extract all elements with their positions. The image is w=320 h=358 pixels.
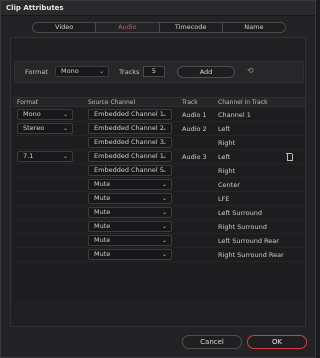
channel-table: Format Source Channel Track Channel in T…: [13, 97, 305, 302]
tab-audio[interactable]: Audio: [96, 23, 160, 32]
source-channel-value: Mute: [94, 222, 111, 230]
format-select-value: Mono: [23, 110, 41, 118]
source-channel-value: Mute: [94, 236, 111, 244]
channel-in-track: Center: [218, 181, 240, 189]
table-row: Mute ⌄ Center: [13, 178, 305, 192]
source-channel-select[interactable]: Mute ⌄: [88, 179, 172, 190]
track-name: Audio 1: [182, 111, 207, 119]
track-name: Audio 3: [182, 153, 207, 161]
source-channel-select[interactable]: Embedded Channel 5 ⌄: [88, 165, 172, 176]
format-select-value: 7.1: [23, 152, 34, 160]
channel-in-track: Left: [218, 125, 231, 133]
chevron-down-icon: ⌄: [161, 251, 167, 258]
title-bar[interactable]: Clip Attributes: [1, 1, 315, 16]
table-row: Mute ⌄ Left Surround: [13, 206, 305, 220]
format-select-value: Stereo: [23, 124, 45, 132]
add-track-toolbar: Format Mono ⌄ Tracks 5 Add ⟲: [14, 61, 304, 83]
chevron-down-icon: ⌄: [161, 153, 167, 160]
chevron-down-icon: ⌄: [161, 111, 167, 118]
table-row: Mute ⌄ LFE: [13, 192, 305, 206]
table-row: Mono ⌄ Embedded Channel 1 ⌄ Audio 1 Channel 1: [13, 108, 305, 122]
channel-in-track: Left Surround: [218, 209, 262, 217]
chevron-down-icon: ⌄: [62, 125, 68, 132]
format-dropdown-value: Mono: [61, 67, 79, 75]
header-channel-in-track: Channel in Track: [218, 99, 268, 106]
channel-in-track: Left: [218, 153, 231, 161]
table-row: Mute ⌄ Right Surround: [13, 220, 305, 234]
format-select[interactable]: 7.1 ⌄: [17, 151, 73, 162]
clip-attributes-window: Clip Attributes Video Audio Timecode Nam…: [0, 0, 316, 358]
source-channel-select[interactable]: Embedded Channel 1 ⌄: [88, 109, 172, 120]
source-channel-value: Embedded Channel 2: [94, 124, 164, 132]
chevron-down-icon: ⌄: [161, 167, 167, 174]
window-title: Clip Attributes: [6, 4, 64, 12]
header-source-channel: Source Channel: [88, 99, 136, 106]
chevron-down-icon: ⌄: [161, 223, 167, 230]
reset-icon[interactable]: ⟲: [247, 66, 254, 75]
source-channel-value: Mute: [94, 194, 111, 202]
channel-in-track: Left Surround Rear: [218, 237, 279, 245]
source-channel-value: Embedded Channel 1: [94, 152, 164, 160]
table-row: Embedded Channel 5 ⌄ Right: [13, 164, 305, 178]
channel-in-track: Channel 1: [218, 111, 251, 119]
chevron-down-icon: ⌄: [98, 68, 104, 75]
source-channel-value: Embedded Channel 5: [94, 166, 164, 174]
channel-in-track: Right: [218, 139, 236, 147]
table-row: 7.1 ⌄ Embedded Channel 1 ⌄ Audio 3 Left: [13, 150, 305, 164]
tab-timecode[interactable]: Timecode: [160, 23, 223, 32]
cancel-button[interactable]: Cancel: [182, 335, 242, 349]
table-row: Mute ⌄ Right Surround Rear: [13, 248, 305, 262]
format-select[interactable]: Stereo ⌄: [17, 123, 73, 134]
tab-bar: Video Audio Timecode Name: [32, 22, 286, 33]
source-channel-value: Mute: [94, 250, 111, 258]
channel-in-track: Right: [218, 167, 236, 175]
source-channel-select[interactable]: Embedded Channel 1 ⌄: [88, 151, 172, 162]
source-channel-select[interactable]: Mute ⌄: [88, 235, 172, 246]
source-channel-value: Mute: [94, 208, 111, 216]
source-channel-value: Embedded Channel 1: [94, 110, 164, 118]
tracks-label: Tracks: [119, 68, 140, 76]
source-channel-select[interactable]: Embedded Channel 3 ⌄: [88, 137, 172, 148]
chevron-down-icon: ⌄: [161, 181, 167, 188]
format-dropdown[interactable]: Mono ⌄: [55, 66, 109, 77]
table-header: Format Source Channel Track Channel in T…: [13, 98, 305, 107]
format-label: Format: [25, 68, 48, 76]
chevron-down-icon: ⌄: [62, 153, 68, 160]
tracks-input[interactable]: 5: [143, 66, 165, 77]
chevron-down-icon: ⌄: [161, 209, 167, 216]
trash-icon[interactable]: [286, 153, 293, 161]
add-button[interactable]: Add: [177, 66, 235, 78]
source-channel-select[interactable]: Mute ⌄: [88, 249, 172, 260]
channel-in-track: LFE: [218, 195, 230, 203]
source-channel-value: Embedded Channel 3: [94, 138, 164, 146]
chevron-down-icon: ⌄: [161, 195, 167, 202]
ok-button[interactable]: OK: [247, 335, 307, 349]
tab-name[interactable]: Name: [223, 23, 285, 32]
chevron-down-icon: ⌄: [161, 139, 167, 146]
source-channel-value: Mute: [94, 180, 111, 188]
channel-in-track: Right Surround Rear: [218, 251, 284, 259]
source-channel-select[interactable]: Mute ⌄: [88, 207, 172, 218]
chevron-down-icon: ⌄: [161, 237, 167, 244]
channel-in-track: Right Surround: [218, 223, 267, 231]
chevron-down-icon: ⌄: [161, 125, 167, 132]
tab-video[interactable]: Video: [33, 23, 97, 32]
table-row: Embedded Channel 3 ⌄ Right: [13, 136, 305, 150]
table-row: Stereo ⌄ Embedded Channel 2 ⌄ Audio 2 Left: [13, 122, 305, 136]
track-name: Audio 2: [182, 125, 207, 133]
format-select[interactable]: Mono ⌄: [17, 109, 73, 120]
header-format: Format: [17, 99, 39, 106]
header-track: Track: [182, 99, 198, 106]
source-channel-select[interactable]: Embedded Channel 2 ⌄: [88, 123, 172, 134]
source-channel-select[interactable]: Mute ⌄: [88, 193, 172, 204]
chevron-down-icon: ⌄: [62, 111, 68, 118]
source-channel-select[interactable]: Mute ⌄: [88, 221, 172, 232]
table-row: Mute ⌄ Left Surround Rear: [13, 234, 305, 248]
